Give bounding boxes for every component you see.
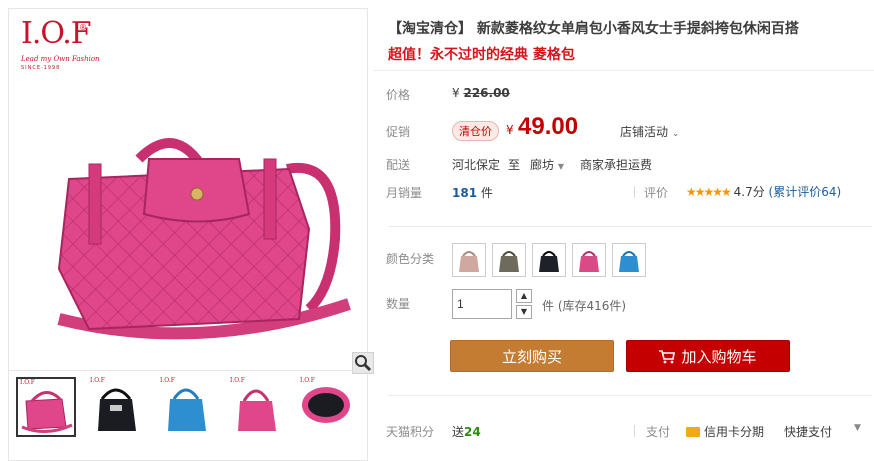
color-swatch-khaki[interactable] [492,243,526,277]
divider [388,395,872,396]
thumbnail-image [168,388,206,431]
divider [634,425,635,437]
caret-down-icon[interactable]: ▼ [854,423,861,433]
caret-down-icon: ▼ [557,162,564,171]
review-count-link[interactable]: (累计评价64) [769,185,842,199]
thumbnail-interior[interactable]: I.O.F [298,377,358,437]
stock-info: 件 (库存416件) [542,299,627,313]
price-label: 价格 [386,88,411,102]
credit-card-installment[interactable]: 信用卡分期 [686,423,764,440]
delivery-to-word: 至 [508,158,521,172]
chevron-down-icon: ⌄ [671,129,680,139]
thumbnail-image [21,391,73,433]
bag-icon [619,251,639,272]
brand-logo-tagline: Lead my Own Fashion [21,55,100,63]
color-swatch-black[interactable] [532,243,566,277]
thumbnail-logo: I.O.F [230,377,245,384]
divider [388,226,872,227]
shipping-note: 商家承担运费 [580,158,653,172]
quantity-increase-button[interactable]: ▲ [516,289,532,303]
promo-label: 促销 [386,125,411,139]
monthly-sales: 181 件 [452,184,493,201]
brand-logo: I.O.F ® Lead my Own Fashion SINCE·1998 [21,19,100,83]
bag-icon [499,251,519,272]
thumbnail-logo: I.O.F [160,377,175,384]
color-swatch-pink[interactable] [572,243,606,277]
currency-symbol: ¥ [452,86,460,100]
brand-logo-since: SINCE·1998 [21,65,61,71]
delivery-from: 河北保定 [452,158,501,172]
points-prefix: 送 [452,425,465,439]
main-product-image[interactable] [39,119,359,349]
delivery-destination[interactable]: 廊坊 ▼ [530,156,564,173]
cart-icon [659,350,676,364]
original-price: ¥ 226.00 [452,86,510,100]
bag-icon [579,251,599,272]
thumbnail-image [238,389,276,431]
monthly-sales-unit: 件 [480,186,493,200]
thumbnail-rose-bag[interactable]: I.O.F [228,377,288,437]
color-swatch-beige[interactable] [452,243,486,277]
quantity-decrease-button[interactable]: ▼ [516,305,532,319]
points-value: 24 [464,425,481,439]
thumbnail-strip: I.O.F I.O.F I.O.F I.O.F I.O.F [8,370,368,440]
points-label: 天猫积分 [386,425,435,439]
star-icon: ★★★★★ [686,185,732,199]
credit-card-label: 信用卡分期 [704,425,765,439]
monthly-sales-label: 月销量 [386,186,423,200]
payment-label: 支付 [646,425,671,439]
shop-activity-label: 店铺活动 [620,125,669,139]
rating-stars: ★★★★★ 4.7分 (累计评价64) [686,183,841,200]
add-to-cart-button[interactable]: 加入购物车 [626,340,790,372]
rating-score: 4.7分 [733,185,765,199]
thumbnail-blue-bag[interactable]: I.O.F [158,377,218,437]
bag-icon [539,251,559,272]
color-label: 颜色分类 [386,252,435,266]
promo-currency: ¥ [506,123,514,137]
quantity-label: 数量 [386,297,411,311]
thumbnail-image [302,387,350,423]
add-to-cart-label: 加入购物车 [681,348,757,366]
product-info: 【淘宝清仓】 新款菱格纹女单肩包小香风女士手提斜挎包休闲百搭 超值！永不过时的经… [374,0,874,461]
rating-label: 评价 [644,186,669,200]
bag-icon [459,251,479,272]
delivery-destination-label: 廊坊 [530,158,555,172]
thumbnail-pink-bag[interactable]: I.O.F [16,377,76,437]
divider [634,186,635,198]
delivery-label: 配送 [386,158,411,172]
product-title: 【淘宝清仓】 新款菱格纹女单肩包小香风女士手提斜挎包休闲百搭 [388,21,799,37]
quantity-input[interactable]: 1 [452,289,512,319]
color-swatch-blue[interactable] [612,243,646,277]
promo-price: 49.00 [518,113,579,140]
thumbnail-logo: I.O.F [300,377,315,384]
thumbnail-logo: I.O.F [20,379,35,386]
credit-card-icon [686,427,700,437]
shop-activity-dropdown[interactable]: 店铺活动 ⌄ [620,123,679,140]
monthly-sales-count: 181 [452,186,478,200]
clearance-badge: 清仓价 [452,121,499,141]
thumbnail-image [98,388,136,431]
quick-pay[interactable]: 快捷支付 [784,423,832,440]
original-price-value: 226.00 [463,86,510,100]
brand-logo-reg: ® [79,23,87,32]
buy-now-button[interactable]: 立刻购买 [450,340,614,372]
thumbnail-black-bag[interactable]: I.O.F [88,377,148,437]
thumbnail-logo: I.O.F [90,377,105,384]
points-reward: 送24 [452,423,481,440]
product-subtitle: 超值！永不过时的经典 菱格包 [388,47,575,63]
